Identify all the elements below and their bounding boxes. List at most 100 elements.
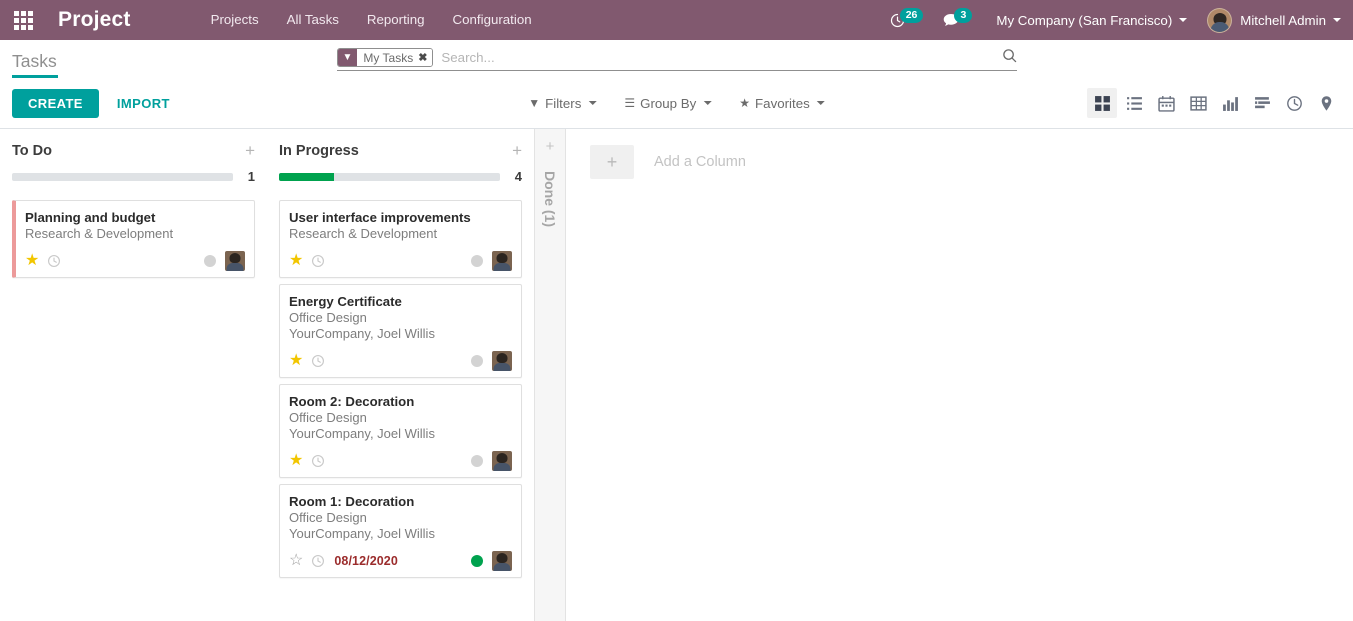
- kanban-column-count: 1: [247, 169, 255, 184]
- add-column-label[interactable]: Add a Column: [654, 154, 746, 170]
- kanban-column-in-progress[interactable]: In Progress + 4 User interface improveme…: [267, 129, 534, 621]
- star-filled-icon[interactable]: ★: [25, 253, 39, 269]
- view-button-list[interactable]: [1119, 88, 1149, 118]
- assignee-avatar[interactable]: [492, 351, 512, 371]
- card-footer-right: [471, 551, 512, 571]
- status-dot[interactable]: [471, 455, 483, 467]
- activity-menu-button[interactable]: 26: [880, 0, 934, 40]
- kanban-column-progressbar[interactable]: 4: [279, 169, 522, 184]
- card-project: Office Design: [289, 410, 367, 425]
- pivot-view-icon: [1189, 95, 1207, 112]
- search-input[interactable]: [433, 50, 996, 65]
- card-deadline: 08/12/2020: [334, 554, 398, 568]
- assignee-avatar[interactable]: [225, 251, 245, 271]
- assignee-avatar[interactable]: [492, 251, 512, 271]
- status-dot[interactable]: [471, 255, 483, 267]
- card-title: User interface improvements: [289, 210, 471, 225]
- company-switcher[interactable]: My Company (San Francisco): [982, 13, 1195, 28]
- search-facet-my-tasks[interactable]: ▼ My Tasks ✖: [336, 48, 434, 67]
- clock-icon[interactable]: [311, 554, 325, 568]
- view-button-kanban[interactable]: [1087, 88, 1117, 118]
- import-button[interactable]: IMPORT: [105, 89, 182, 118]
- magnifier-icon[interactable]: [996, 48, 1017, 67]
- favorites-dropdown[interactable]: ★ Favorites: [725, 92, 838, 115]
- star-filled-icon[interactable]: ★: [289, 453, 303, 469]
- kanban-column-title: To Do: [12, 143, 52, 159]
- apps-menu-toggle[interactable]: [0, 0, 46, 40]
- progress-track: [279, 172, 500, 181]
- title-accent-underline: [12, 75, 58, 78]
- star-outline-icon[interactable]: ☆: [289, 553, 303, 569]
- kanban-column-count: 4: [514, 169, 522, 184]
- add-column-area: + Add a Column: [566, 129, 746, 179]
- view-button-calendar[interactable]: [1151, 88, 1181, 118]
- assignee-avatar[interactable]: [492, 551, 512, 571]
- card-title: Planning and budget: [25, 210, 156, 225]
- star-filled-icon[interactable]: ★: [289, 253, 303, 269]
- chevron-down-icon: [1179, 18, 1188, 22]
- control-panel-bottom-row: CREATE IMPORT ▼ Filters ☰ Group By ★ Fav…: [0, 82, 1353, 128]
- gantt-view-icon: [1254, 95, 1271, 112]
- kanban-column-to-do[interactable]: To Do + 1 Planning and budget Research &…: [0, 129, 267, 621]
- navbar-systray: 26 3 My Company (San Francisco) Mitchell…: [880, 0, 1353, 40]
- user-menu[interactable]: Mitchell Admin: [1195, 7, 1341, 33]
- control-panel-top-row: Tasks ▼ My Tasks ✖: [0, 40, 1353, 82]
- bars-icon: ☰: [624, 96, 636, 110]
- kanban-card[interactable]: Room 1: Decoration Office Design YourCom…: [279, 484, 522, 578]
- filter-funnel-icon: ▼: [528, 96, 541, 110]
- menu-item-reporting[interactable]: Reporting: [353, 0, 439, 40]
- create-button[interactable]: CREATE: [12, 88, 99, 118]
- favorites-label: Favorites: [755, 95, 810, 111]
- add-column-button[interactable]: +: [590, 145, 634, 179]
- filters-label: Filters: [545, 95, 582, 111]
- menu-item-configuration[interactable]: Configuration: [439, 0, 546, 40]
- filters-dropdown[interactable]: ▼ Filters: [514, 92, 610, 115]
- messaging-menu-button[interactable]: 3: [933, 0, 982, 40]
- card-customer: YourCompany, Joel Willis: [289, 426, 435, 441]
- app-brand-title[interactable]: Project: [46, 0, 135, 40]
- kanban-column-progressbar[interactable]: 1: [12, 169, 255, 184]
- view-switcher: [1085, 88, 1341, 118]
- view-button-map[interactable]: [1311, 88, 1341, 118]
- kanban-card[interactable]: User interface improvements Research & D…: [279, 200, 522, 278]
- view-button-activity[interactable]: [1279, 88, 1309, 118]
- clock-icon[interactable]: [311, 454, 325, 468]
- kanban-card[interactable]: Room 2: Decoration Office Design YourCom…: [279, 384, 522, 478]
- status-dot[interactable]: [471, 555, 483, 567]
- chevron-down-icon: [1333, 18, 1341, 22]
- status-dot[interactable]: [471, 355, 483, 367]
- view-button-pivot[interactable]: [1183, 88, 1213, 118]
- card-title: Energy Certificate: [289, 294, 402, 309]
- kanban-card[interactable]: Energy Certificate Office Design YourCom…: [279, 284, 522, 378]
- search-view: ▼ My Tasks ✖: [336, 48, 1017, 71]
- plus-icon[interactable]: +: [245, 142, 255, 159]
- plus-icon[interactable]: +: [546, 139, 555, 154]
- plus-icon[interactable]: +: [512, 142, 522, 159]
- card-footer: ★: [25, 251, 245, 271]
- menu-item-projects[interactable]: Projects: [197, 0, 273, 40]
- progress-fill: [279, 172, 335, 181]
- assignee-avatar[interactable]: [492, 451, 512, 471]
- kanban-folded-column-title: Done (1): [542, 171, 558, 227]
- apps-grid-icon: [13, 10, 33, 30]
- clock-icon[interactable]: [47, 254, 61, 268]
- groupby-dropdown[interactable]: ☰ Group By: [610, 92, 725, 115]
- close-x-icon[interactable]: ✖: [417, 49, 433, 66]
- clock-icon[interactable]: [311, 254, 325, 268]
- kanban-card[interactable]: Planning and budget Research & Developme…: [12, 200, 255, 278]
- breadcrumb: Tasks: [12, 50, 58, 78]
- card-project: Office Design: [289, 310, 367, 325]
- kanban-column-header: To Do +: [12, 129, 255, 159]
- clock-icon[interactable]: [311, 354, 325, 368]
- view-button-graph[interactable]: [1215, 88, 1245, 118]
- card-project: Research & Development: [25, 226, 174, 241]
- card-footer-right: [471, 251, 512, 271]
- view-button-gantt[interactable]: [1247, 88, 1277, 118]
- status-dot[interactable]: [204, 255, 216, 267]
- card-title: Room 1: Decoration: [289, 494, 415, 509]
- kanban-column-done-folded[interactable]: + Done (1): [534, 129, 566, 621]
- messaging-count-badge: 3: [954, 8, 973, 23]
- star-filled-icon[interactable]: ★: [289, 353, 303, 369]
- kanban-view-icon: [1094, 95, 1111, 112]
- menu-item-all-tasks[interactable]: All Tasks: [273, 0, 353, 40]
